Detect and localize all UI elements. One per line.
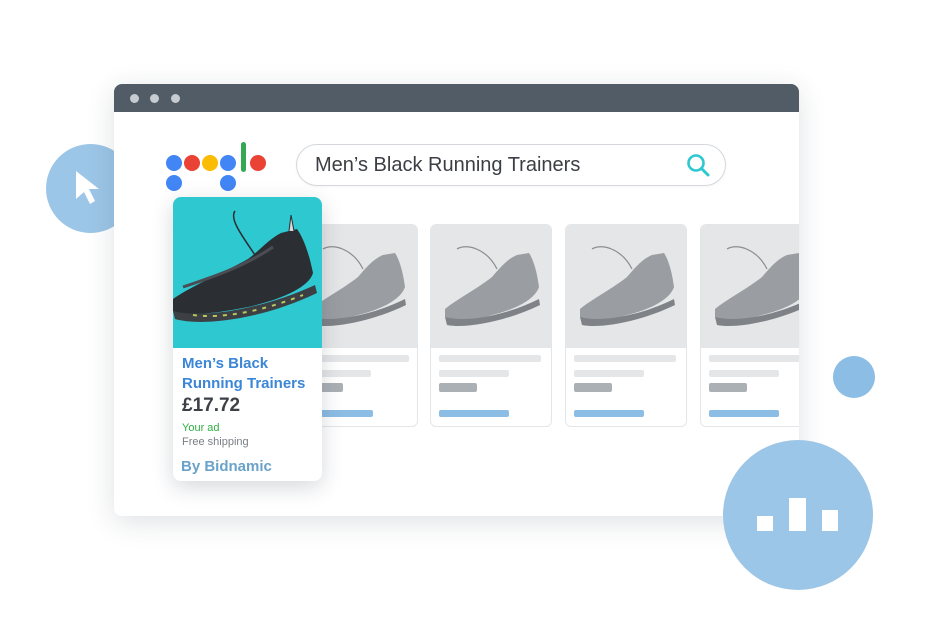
product-image: [566, 225, 686, 348]
bar-chart-icon: [757, 498, 838, 531]
placeholder-link: [439, 410, 509, 417]
placeholder-price: [709, 383, 747, 392]
ad-shipping: Free shipping: [182, 436, 249, 448]
product-card[interactable]: [430, 224, 552, 427]
shoe-icon: [445, 246, 540, 327]
search-icon[interactable]: [685, 152, 711, 178]
product-card[interactable]: [700, 224, 799, 427]
window-dot[interactable]: [150, 94, 159, 103]
window-dot[interactable]: [171, 94, 180, 103]
placeholder-line: [709, 370, 779, 377]
logo-dot: [166, 175, 182, 191]
ad-advertiser: By Bidnamic: [181, 458, 272, 475]
product-image: [701, 225, 799, 348]
search-input[interactable]: Men’s Black Running Trainers: [315, 154, 580, 177]
window-dot[interactable]: [130, 94, 139, 103]
logo-dot: [250, 155, 266, 171]
placeholder-line: [574, 370, 644, 377]
logo-dot: [220, 175, 236, 191]
logo-bar: [241, 142, 246, 172]
placeholder-line: [439, 355, 541, 362]
placeholder-line: [439, 370, 509, 377]
logo-dot: [202, 155, 218, 171]
product-image: [431, 225, 551, 348]
ad-title[interactable]: Men’s Black Running Trainers: [182, 354, 318, 394]
logo-dot: [166, 155, 182, 171]
running-shoe-icon: [173, 210, 317, 322]
search-bar[interactable]: Men’s Black Running Trainers: [296, 144, 726, 186]
placeholder-line: [574, 355, 676, 362]
google-logo[interactable]: [166, 142, 270, 194]
ad-badge: Your ad: [182, 422, 220, 434]
product-card[interactable]: [565, 224, 687, 427]
decorative-dot: [833, 356, 875, 398]
browser-titlebar: [114, 84, 799, 112]
sponsored-ad-card[interactable]: Men’s Black Running Trainers £17.72 Your…: [173, 197, 322, 481]
shoe-icon: [715, 246, 799, 326]
logo-dot: [220, 155, 236, 171]
placeholder-price: [574, 383, 612, 392]
logo-dot: [184, 155, 200, 171]
placeholder-link: [709, 410, 779, 417]
placeholder-link: [574, 410, 644, 417]
stats-bubble: [723, 440, 873, 590]
shoe-icon: [580, 246, 675, 327]
placeholder-price: [439, 383, 477, 392]
placeholder-line: [709, 355, 799, 362]
ad-price: £17.72: [182, 395, 241, 416]
